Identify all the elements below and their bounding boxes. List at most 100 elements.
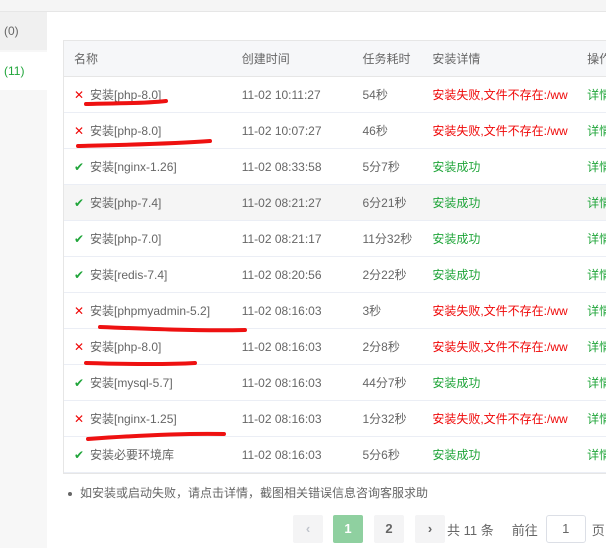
created-time: 11-02 08:20:56 <box>241 268 322 282</box>
task-name-cell: ✕ 安装[php-8.0] <box>64 329 232 364</box>
task-name-cell: ✕ 安装[nginx-1.25] <box>64 401 232 436</box>
header-op: 操作 <box>587 52 606 66</box>
install-detail: 安装成功 <box>432 196 481 210</box>
table-row[interactable]: ✕ 安装[phpmyadmin-5.2] 11-02 08:16:03 3秒 安装失败,… <box>64 293 606 329</box>
task-name: 安装[phpmyadmin-5.2] <box>90 304 211 318</box>
cross-icon: ✕ <box>74 88 85 102</box>
check-icon: ✔ <box>74 268 85 282</box>
task-name: 安装[php-8.0] <box>90 340 162 354</box>
task-name: 安装[nginx-1.25] <box>90 412 177 426</box>
table-row[interactable]: ✕ 安装[nginx-1.25] 11-02 08:16:03 1分32秒 安装失败,文… <box>64 401 606 437</box>
op-cell: 详情 <box>577 365 606 400</box>
task-name: 安装[mysql-5.7] <box>90 376 173 390</box>
page-suffix: 页 <box>591 522 605 538</box>
op-cell: 详情 <box>577 77 606 112</box>
detail-link[interactable]: 详情 <box>587 196 606 210</box>
table-row[interactable]: ✕ 安装[php-8.0] 11-02 10:11:27 54秒 安装失败,文件不存在:… <box>64 77 606 113</box>
sidebar: (0) (11) <box>0 12 47 548</box>
install-detail: 安装失败,文件不存在:/ww <box>432 340 568 354</box>
install-detail: 安装成功 <box>432 268 481 282</box>
prev-page-button[interactable]: ‹ <box>293 515 323 543</box>
op-cell: 详情 <box>577 113 606 148</box>
task-name-cell: ✔ 安装必要环境库 <box>64 437 232 472</box>
table-row[interactable]: ✔ 安装必要环境库 11-02 08:16:03 5分6秒 安装成功 详情 <box>64 437 606 473</box>
total-count: 共 11 条 <box>447 522 494 538</box>
op-cell: 详情 <box>577 149 606 184</box>
detail-link[interactable]: 详情 <box>587 268 606 282</box>
next-page-button[interactable]: › <box>415 515 445 543</box>
sidebar-item-0[interactable]: (0) <box>0 12 47 50</box>
task-name-cell: ✔ 安装[mysql-5.7] <box>64 365 232 400</box>
install-detail: 安装失败,文件不存在:/ww <box>432 88 568 102</box>
op-cell: 详情 <box>577 437 606 472</box>
detail-link[interactable]: 详情 <box>587 448 606 462</box>
task-name-cell: ✕ 安装[phpmyadmin-5.2] <box>64 293 232 328</box>
help-note: 如安装或启动失败，请点击详情，截图相关错误信息咨询客服求助 <box>68 484 428 501</box>
detail-link[interactable]: 详情 <box>587 376 606 390</box>
op-cell: 详情 <box>577 401 606 436</box>
task-name-cell: ✕ 安装[php-8.0] <box>64 77 232 112</box>
task-duration: 5分7秒 <box>362 160 400 174</box>
detail-link[interactable]: 详情 <box>587 412 606 426</box>
install-detail: 安装成功 <box>432 232 481 246</box>
check-icon: ✔ <box>74 160 85 174</box>
table-row[interactable]: ✔ 安装[redis-7.4] 11-02 08:20:56 2分22秒 安装成功 详情 <box>64 257 606 293</box>
op-cell: 详情 <box>577 257 606 292</box>
detail-link[interactable]: 详情 <box>587 160 606 174</box>
install-detail: 安装成功 <box>432 448 481 462</box>
created-time: 11-02 08:16:03 <box>241 304 322 318</box>
detail-link[interactable]: 详情 <box>587 340 606 354</box>
table-row[interactable]: ✕ 安装[php-8.0] 11-02 10:07:27 46秒 安装失败,文件不存在:… <box>64 113 606 149</box>
page-1-button[interactable]: 1 <box>333 515 363 543</box>
detail-link[interactable]: 详情 <box>587 232 606 246</box>
task-duration: 2分22秒 <box>362 268 407 282</box>
detail-link[interactable]: 详情 <box>587 88 606 102</box>
cross-icon: ✕ <box>74 340 85 354</box>
sidebar-item-1[interactable]: (11) <box>0 52 47 90</box>
detail-link[interactable]: 详情 <box>587 124 606 138</box>
table-row[interactable]: ✔ 安装[php-7.0] 11-02 08:21:17 11分32秒 安装成功 详情 <box>64 221 606 257</box>
created-time: 11-02 08:21:27 <box>241 196 322 210</box>
task-name: 安装[redis-7.4] <box>90 268 168 282</box>
bullet-icon <box>68 491 72 496</box>
check-icon: ✔ <box>74 448 85 462</box>
task-name-cell: ✔ 安装[php-7.4] <box>64 185 232 220</box>
task-duration: 46秒 <box>362 124 388 138</box>
table-row[interactable]: ✔ 安装[mysql-5.7] 11-02 08:16:03 44分7秒 安装成功 详情 <box>64 365 606 401</box>
task-duration: 11分32秒 <box>362 232 413 246</box>
created-time: 11-02 10:11:27 <box>241 88 321 102</box>
table-row[interactable]: ✕ 安装[php-8.0] 11-02 08:16:03 2分8秒 安装失败,文件不存在… <box>64 329 606 365</box>
op-cell: 详情 <box>577 185 606 220</box>
task-name-cell: ✔ 安装[php-7.0] <box>64 221 232 256</box>
detail-link[interactable]: 详情 <box>587 304 606 318</box>
chevron-left-icon: ‹ <box>305 521 311 536</box>
chevron-right-icon: › <box>427 521 433 536</box>
created-time: 11-02 08:16:03 <box>241 376 322 390</box>
created-time: 11-02 08:16:03 <box>241 412 322 426</box>
op-cell: 详情 <box>577 293 606 328</box>
task-duration: 2分8秒 <box>362 340 400 354</box>
task-duration: 54秒 <box>362 88 388 102</box>
op-cell: 详情 <box>577 329 606 364</box>
goto-page-input[interactable]: 1 <box>545 515 586 543</box>
table-row[interactable]: ✔ 安装[php-7.4] 11-02 08:21:27 6分21秒 安装成功 详情 <box>64 185 606 221</box>
task-name: 安装[php-7.4] <box>90 196 162 210</box>
page-2-button[interactable]: 2 <box>374 515 404 543</box>
created-time: 11-02 08:16:03 <box>241 340 322 354</box>
install-detail: 安装失败,文件不存在:/ww <box>432 304 568 318</box>
task-duration: 6分21秒 <box>362 196 407 210</box>
task-name-cell: ✔ 安装[nginx-1.26] <box>64 149 232 184</box>
task-duration: 1分32秒 <box>362 412 407 426</box>
task-name: 安装[php-8.0] <box>90 88 162 102</box>
table-row[interactable]: ✔ 安装[nginx-1.26] 11-02 08:33:58 5分7秒 安装成功 详情 <box>64 149 606 185</box>
created-time: 11-02 08:16:03 <box>241 448 322 462</box>
install-detail: 安装成功 <box>432 376 481 390</box>
task-name: 安装[php-7.0] <box>90 232 162 246</box>
task-name: 安装[nginx-1.26] <box>90 160 177 174</box>
task-name-cell: ✕ 安装[php-8.0] <box>64 113 232 148</box>
task-duration: 5分6秒 <box>362 448 400 462</box>
task-table: 名称 创建时间 任务耗时 安装详情 操作 ✕ 安装[php-8.0] 11-02 1… <box>63 40 606 474</box>
task-name-cell: ✔ 安装[redis-7.4] <box>64 257 232 292</box>
created-time: 11-02 10:07:27 <box>241 124 322 138</box>
install-detail: 安装成功 <box>432 160 481 174</box>
